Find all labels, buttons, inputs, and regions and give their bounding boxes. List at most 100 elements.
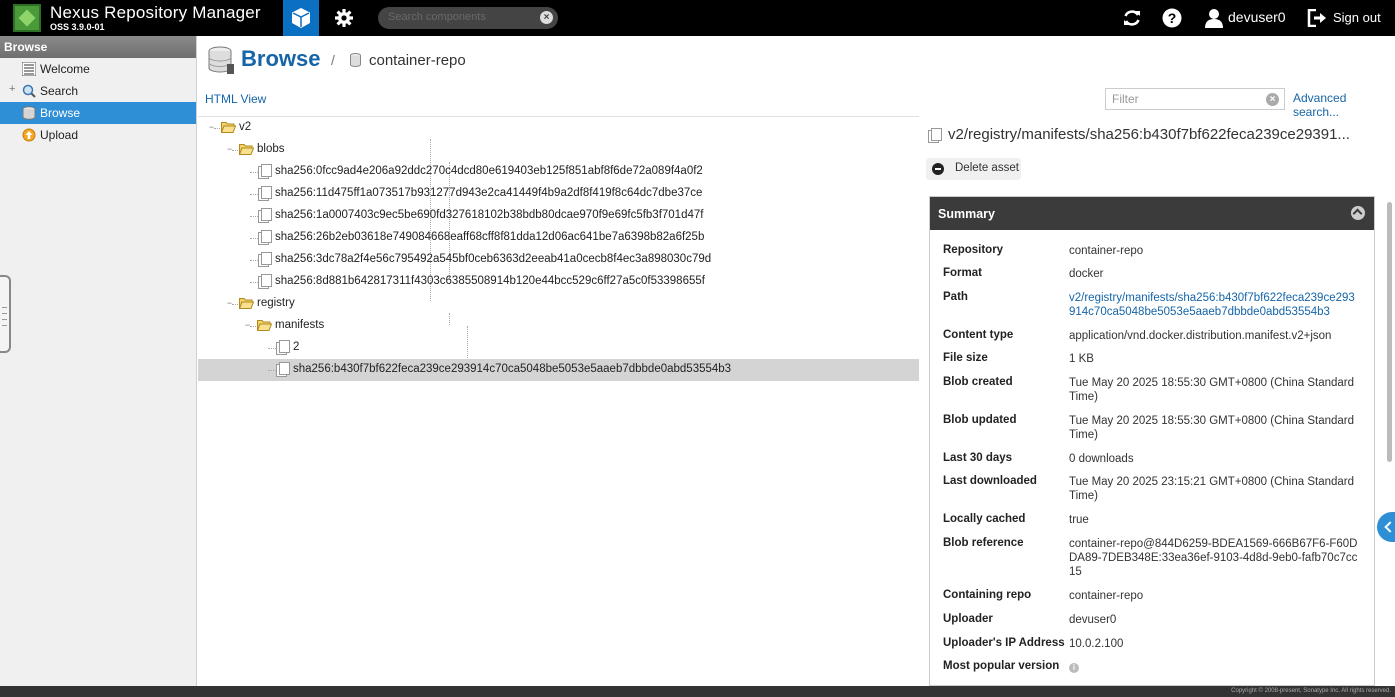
cube-icon	[292, 8, 310, 28]
file-icon	[276, 362, 290, 377]
html-view-link[interactable]: HTML View	[205, 92, 266, 106]
browse-tree: − v2 − blobs sha256:0fcc9ad4e206a92ddc27…	[198, 116, 919, 686]
delete-asset-label: Delete asset	[955, 162, 1019, 174]
file-icon	[258, 230, 272, 245]
field-value: docker	[1069, 268, 1104, 280]
details-scrollbar[interactable]	[1386, 190, 1393, 686]
nav-item-label: Upload	[40, 128, 79, 142]
tree-node-file[interactable]: 2	[198, 337, 919, 359]
browse-mode-button[interactable]	[283, 0, 319, 36]
field-key: Uploader's IP Address	[943, 637, 1065, 649]
breadcrumb-repo: container-repo	[369, 52, 466, 69]
tree-node-label: sha256:b430f7bf622feca239ce293914c70ca50…	[293, 363, 732, 375]
summary-title: Summary	[938, 207, 995, 221]
database-icon	[22, 106, 36, 120]
collapse-icon[interactable]	[1351, 206, 1365, 220]
magnifier-icon	[22, 84, 36, 98]
clear-search-icon[interactable]: ×	[540, 11, 553, 24]
footer: Copyright © 2008-present, Sonatype Inc. …	[0, 686, 1395, 697]
tree-node-folder[interactable]: − v2	[198, 117, 919, 139]
nav-item-label: Search	[40, 84, 79, 98]
nexus-logo	[13, 4, 41, 32]
filter-input[interactable]	[1106, 89, 1256, 109]
info-icon[interactable]: i	[1069, 663, 1079, 673]
field-value: 0 downloads	[1069, 453, 1134, 465]
clear-filter-icon[interactable]: ×	[1266, 93, 1279, 106]
tree-node-file-selected[interactable]: sha256:b430f7bf622feca239ce293914c70ca50…	[198, 359, 919, 381]
field-value: true	[1069, 514, 1089, 526]
asset-path-title: v2/registry/manifests/sha256:b430f7bf622…	[948, 126, 1350, 143]
file-icon	[276, 340, 290, 355]
username-label[interactable]: devuser0	[1228, 9, 1286, 25]
tree-node-file[interactable]: sha256:26b2eb03618e749084668eaff68cff8f8…	[198, 227, 919, 249]
tree-node-label: sha256:0fcc9ad4e206a92ddc270c4dcd80e6194…	[275, 165, 703, 177]
nav-item-search[interactable]: + Search	[0, 80, 196, 102]
breadcrumb-separator: /	[331, 52, 335, 68]
tree-node-label: sha256:11d475ff1a073517b931277d943e2ca41…	[275, 187, 703, 199]
refresh-button[interactable]	[1121, 7, 1143, 29]
file-icon	[258, 186, 272, 201]
main-header: Browse / container-repo HTML View × Adva…	[198, 36, 1395, 119]
gear-icon	[335, 9, 353, 27]
field-key: Content type	[943, 329, 1014, 341]
signout-button[interactable]	[1306, 7, 1328, 29]
tree-node-label: blobs	[257, 143, 285, 155]
field-key: Blob reference	[943, 537, 1024, 549]
tree-node-file[interactable]: sha256:3dc78a2f4e56c795492a545bf0ceb6363…	[198, 249, 919, 271]
advanced-search-link[interactable]: Advanced search...	[1293, 91, 1395, 119]
nav-item-welcome[interactable]: Welcome	[0, 58, 196, 80]
help-button[interactable]: ?	[1161, 7, 1183, 29]
page-title[interactable]: Browse	[241, 46, 320, 72]
file-icon	[258, 274, 272, 289]
panel-resize-handle[interactable]	[0, 275, 11, 353]
tree-node-file[interactable]: sha256:8d881b642817311f4303c6385508914b1…	[198, 271, 919, 293]
tree-node-label: sha256:8d881b642817311f4303c6385508914b1…	[275, 275, 705, 287]
nav-item-browse[interactable]: Browse	[0, 102, 196, 124]
upload-icon	[22, 128, 36, 142]
field-value: Tue May 20 2025 18:55:30 GMT+0800 (China…	[1069, 415, 1355, 441]
path-link[interactable]: v2/registry/manifests/sha256:b430f7bf622…	[1069, 291, 1361, 319]
field-key: Containing repo	[943, 589, 1032, 601]
field-key: Most popular version	[943, 660, 1060, 672]
filter-box[interactable]: ×	[1105, 88, 1285, 110]
field-value: container-repo	[1069, 245, 1144, 257]
nav-item-upload[interactable]: Upload	[0, 124, 196, 146]
tree-node-label: sha256:26b2eb03618e749084668eaff68cff8f8…	[275, 231, 705, 243]
field-value: Tue May 20 2025 18:55:30 GMT+0800 (China…	[1069, 377, 1355, 403]
administration-button[interactable]	[328, 0, 360, 36]
nav-item-label: Welcome	[40, 62, 90, 76]
search-components-input[interactable]	[388, 11, 538, 23]
field-key: Blob updated	[943, 414, 1017, 426]
svg-text:?: ?	[1168, 10, 1177, 26]
tree-node-folder[interactable]: − manifests	[198, 315, 919, 337]
tree-node-file[interactable]: sha256:1a0007403c9ec5be690fd327618102b38…	[198, 205, 919, 227]
tree-node-label: sha256:3dc78a2f4e56c795492a545bf0ceb6363…	[275, 253, 712, 265]
user-button[interactable]	[1203, 7, 1225, 29]
folder-icon	[239, 298, 254, 309]
summary-header[interactable]: Summary	[930, 197, 1374, 230]
field-key: File size	[943, 352, 988, 364]
field-key: Locally cached	[943, 513, 1026, 525]
tree-node-file[interactable]: sha256:0fcc9ad4e206a92ddc270c4dcd80e6194…	[198, 161, 919, 183]
delete-asset-button[interactable]: Delete asset	[926, 158, 1021, 180]
field-value: 1 KB	[1069, 353, 1094, 365]
field-key: Repository	[943, 244, 1004, 256]
app-version: OSS 3.9.0-01	[50, 22, 105, 32]
summary-panel: Summary Repository container-repo Format…	[929, 196, 1375, 686]
signout-label[interactable]: Sign out	[1333, 10, 1381, 25]
scrollbar-thumb[interactable]	[1387, 202, 1392, 462]
tree-node-label: 2	[293, 341, 300, 353]
search-components-box[interactable]: ×	[378, 7, 558, 29]
field-value: Tue May 20 2025 23:15:21 GMT+0800 (China…	[1069, 476, 1355, 502]
repository-icon	[350, 53, 361, 67]
file-icon	[258, 208, 272, 223]
top-bar: Nexus Repository Manager OSS 3.9.0-01 ×	[0, 0, 1395, 36]
database-icon	[208, 46, 234, 74]
tree-node-file[interactable]: sha256:11d475ff1a073517b931277d943e2ca41…	[198, 183, 919, 205]
tree-node-folder[interactable]: − registry	[198, 293, 919, 315]
refresh-icon	[1124, 10, 1140, 26]
tree-node-folder[interactable]: − blobs	[198, 139, 919, 161]
field-value: devuser0	[1069, 614, 1117, 626]
expand-icon[interactable]: +	[9, 83, 15, 95]
field-value: application/vnd.docker.distribution.mani…	[1069, 330, 1332, 342]
